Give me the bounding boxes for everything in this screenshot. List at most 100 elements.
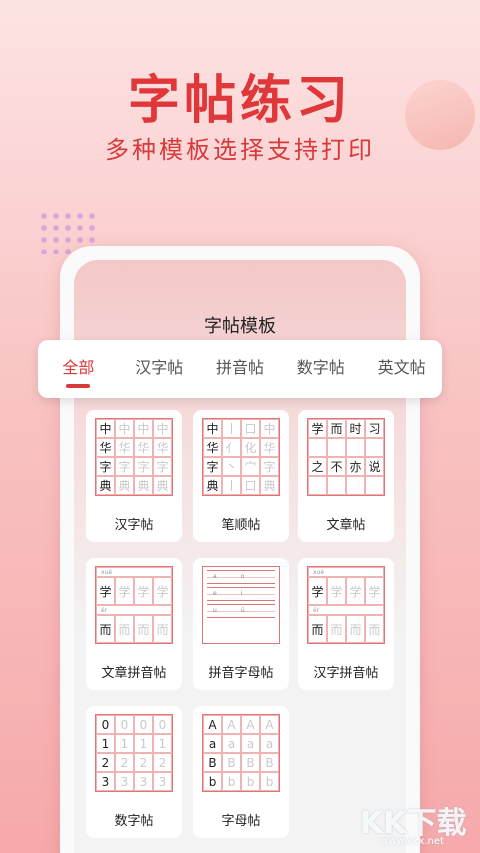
template-card-number[interactable]: 0000111122223333 数字帖 (86, 706, 182, 838)
template-label: 文章帖 (326, 518, 366, 533)
thumb-cell: 2 (96, 753, 115, 772)
thumb-cell: 习 (365, 419, 384, 438)
template-card-article-pinyin[interactable]: xué 学学学学 ér 而而而而 文章拼音帖 (86, 558, 182, 690)
thumb-cell: 典 (115, 476, 134, 495)
thumb-cell: 学 (153, 577, 172, 605)
thumb-cell (365, 438, 384, 457)
thumb-line: ei (207, 587, 275, 601)
thumb-cell: 化 (241, 438, 260, 457)
thumb-cell: a (203, 734, 222, 753)
template-thumbnail: 中中中中华华华华字字字字典典典典 (95, 418, 173, 496)
decorative-circle (405, 80, 475, 150)
thumb-cell: 字 (203, 457, 222, 476)
thumb-cell (346, 438, 365, 457)
template-thumbnail: 0000111122223333 (95, 714, 173, 792)
screen-title: 字帖模板 (204, 316, 276, 337)
template-thumbnail: AAAAaaaaBBBBbbbb (202, 714, 280, 792)
thumb-cell (308, 438, 327, 457)
tab-number[interactable]: 数字帖 (280, 340, 361, 398)
thumb-cell: 0 (96, 715, 115, 734)
template-label: 笔顺帖 (221, 518, 261, 533)
thumb-cell: 学 (365, 577, 384, 605)
thumb-cell: 学 (327, 577, 346, 605)
thumb-cell: 而 (134, 615, 153, 643)
thumb-cell: A (222, 715, 241, 734)
thumb-cell: 典 (134, 476, 153, 495)
thumb-pinyin: ér (308, 605, 384, 615)
thumb-pinyin: ér (96, 605, 172, 615)
thumb-cell: 2 (153, 753, 172, 772)
template-label: 拼音字母帖 (208, 666, 274, 681)
template-card-article[interactable]: 学而时习之不亦说 文章帖 (298, 410, 394, 542)
tab-all[interactable]: 全部 (38, 340, 119, 398)
thumb-cell: 丶 (222, 457, 241, 476)
template-thumbnail: 学而时习之不亦说 (307, 418, 385, 496)
template-thumbnail: aoeiuü (202, 566, 280, 644)
thumb-cell: 而 (327, 419, 346, 438)
thumb-cell: 而 (115, 615, 134, 643)
thumb-cell: 0 (134, 715, 153, 734)
thumb-cell: B (260, 753, 279, 772)
thumb-cell: 而 (365, 615, 384, 643)
template-label: 文章拼音帖 (101, 666, 167, 681)
thumb-letter: u (213, 607, 217, 614)
thumb-cell: 而 (153, 615, 172, 643)
thumb-line: uü (207, 604, 275, 618)
thumb-cell: 而 (308, 615, 327, 643)
thumb-cell: 说 (365, 457, 384, 476)
tab-hanzi[interactable]: 汉字帖 (119, 340, 200, 398)
thumb-cell: 中 (260, 419, 279, 438)
thumb-cell: 华 (134, 438, 153, 457)
thumb-cell: 学 (308, 577, 327, 605)
thumb-cell: 2 (134, 753, 153, 772)
thumb-letter: i (240, 590, 243, 597)
template-card-pinyin-letters[interactable]: aoeiuü 拼音字母帖 (193, 558, 289, 690)
thumb-cell: 学 (134, 577, 153, 605)
thumb-cell: 0 (153, 715, 172, 734)
thumb-cell: 中 (115, 419, 134, 438)
thumb-cell: A (203, 715, 222, 734)
thumb-cell: 中 (96, 419, 115, 438)
thumb-cell: a (241, 734, 260, 753)
thumb-cell: 而 (96, 615, 115, 643)
thumb-cell: 口 (241, 419, 260, 438)
template-card-hanzi[interactable]: 中中中中华华华华字字字字典典典典 汉字帖 (86, 410, 182, 542)
category-tabbar: 全部 汉字帖 拼音帖 数字帖 英文帖 (38, 340, 442, 398)
template-label: 数字帖 (114, 814, 154, 829)
thumb-cell: 不 (327, 457, 346, 476)
thumb-cell: 字 (260, 457, 279, 476)
thumb-cell: 1 (96, 734, 115, 753)
template-label: 汉字帖 (114, 518, 154, 533)
thumb-cell: 学 (308, 419, 327, 438)
template-card-stroke-order[interactable]: 中丨口中华亻化华字丶宀字典丨口典 笔顺帖 (193, 410, 289, 542)
template-thumbnail: xué 学学学学 ér 而而而而 (95, 566, 173, 644)
thumb-cell: 华 (203, 438, 222, 457)
thumb-cell: b (203, 772, 222, 791)
tab-english[interactable]: 英文帖 (361, 340, 442, 398)
thumb-cell: 丨 (222, 476, 241, 495)
thumb-cell: 3 (115, 772, 134, 791)
thumb-cell: 字 (96, 457, 115, 476)
thumb-cell (365, 476, 384, 495)
template-label: 字母帖 (221, 814, 261, 829)
thumb-cell: B (222, 753, 241, 772)
thumb-letter: e (213, 590, 217, 597)
tab-pinyin[interactable]: 拼音帖 (200, 340, 281, 398)
template-card-hanzi-pinyin[interactable]: xué 学学学学 ér 而而而而 汉字拼音帖 (298, 558, 394, 690)
template-card-letter[interactable]: AAAAaaaaBBBBbbbb 字母帖 (193, 706, 289, 838)
thumb-cell: a (222, 734, 241, 753)
thumb-cell: 1 (134, 734, 153, 753)
thumb-cell: b (241, 772, 260, 791)
thumb-cell (327, 476, 346, 495)
thumb-pinyin: xué (96, 567, 172, 577)
thumb-cell: b (222, 772, 241, 791)
thumb-cell: 学 (115, 577, 134, 605)
thumb-cell: 字 (115, 457, 134, 476)
thumb-line: ao (207, 570, 275, 584)
thumb-letter: o (240, 573, 245, 580)
thumb-cell: 口 (241, 476, 260, 495)
thumb-cell: 典 (96, 476, 115, 495)
thumb-cell: A (260, 715, 279, 734)
thumb-cell: 典 (203, 476, 222, 495)
template-label: 汉字拼音帖 (313, 666, 379, 681)
